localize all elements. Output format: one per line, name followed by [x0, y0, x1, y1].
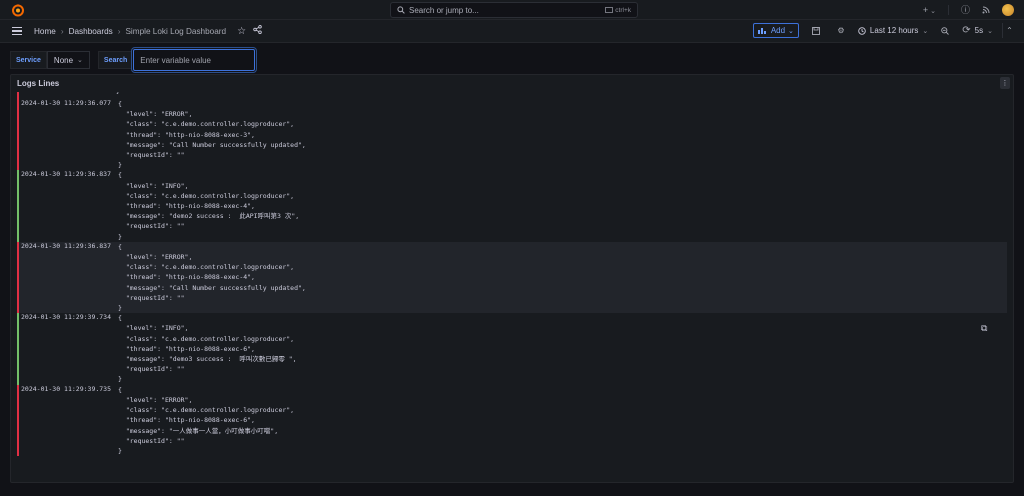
logs-panel: Logs Lines ⋮ } 2024-01-30 11:29:36.077 { … — [10, 74, 1014, 483]
log-row[interactable]: 2024-01-30 11:29:36.837 { "level": "INFO"… — [17, 170, 1007, 242]
search-shortcut-label: ctrl+k — [615, 6, 631, 14]
clock-icon — [858, 26, 866, 35]
top-bar: Search or jump to... ctrl+k + ⌄ ⓘ — [0, 0, 1024, 20]
log-row[interactable]: 2024-01-30 11:29:36.837 { "level": "ERROR… — [17, 241, 1007, 314]
zoom-out-icon[interactable] — [937, 23, 953, 38]
service-variable-select[interactable]: None ⌄ — [46, 51, 90, 69]
dashboard-nav-bar: Home › Dashboards › Simple Loki Log Dash… — [0, 20, 1024, 43]
keyboard-icon — [605, 7, 614, 13]
log-row-partial: } — [17, 92, 1007, 99]
breadcrumb-home[interactable]: Home — [34, 27, 56, 36]
log-timestamp: 2024-01-30 11:29:36.837 — [21, 170, 112, 179]
chevron-down-icon: ⌄ — [77, 57, 83, 64]
breadcrumb-dashboards[interactable]: Dashboards — [69, 27, 113, 36]
add-panel-icon — [757, 28, 766, 34]
refresh-interval-label: 5s — [974, 26, 984, 35]
divider — [947, 4, 949, 15]
collapse-chevron-up-icon[interactable]: ⌃ — [1002, 23, 1016, 38]
log-body: { "level": "INFO", "class": "c.e.demo.co… — [118, 314, 297, 384]
search-variable-label: Search — [97, 51, 134, 69]
breadcrumb-separator-icon: › — [117, 26, 121, 36]
new-menu-button[interactable]: + ⌄ — [923, 5, 936, 15]
search-shortcut: ctrl+k — [605, 7, 631, 14]
breadcrumb-separator-icon: › — [60, 26, 64, 36]
panel-title: Logs Lines — [17, 79, 60, 88]
user-avatar[interactable] — [1002, 3, 1014, 16]
log-partial-text: } — [116, 92, 120, 95]
add-button-label: Add — [770, 26, 786, 35]
log-timestamp: 2024-01-30 11:29:39.734 — [21, 313, 112, 322]
logs-list[interactable]: } 2024-01-30 11:29:36.077 { "level": "ERR… — [17, 92, 1007, 477]
dashboard-controls: Add ⌄ ⚙ Last 12 hours ⌄ ⟳ 5s ⌄ ⌃ — [752, 23, 1016, 38]
chevron-down-icon: ⌄ — [788, 27, 794, 35]
save-dashboard-icon[interactable] — [808, 23, 824, 38]
log-row[interactable]: 2024-01-30 11:29:39.735 { "level": "ERROR… — [17, 384, 1007, 457]
top-right-icons: + ⌄ ⓘ — [923, 3, 1014, 16]
add-button[interactable]: Add ⌄ — [752, 23, 799, 38]
log-body: { "level": "ERROR", "class": "c.e.demo.c… — [118, 242, 306, 313]
log-timestamp: 2024-01-30 11:29:39.735 — [21, 384, 112, 393]
variables-row: Service None ⌄ Search Enter variable val… — [10, 49, 256, 71]
time-range-picker[interactable]: Last 12 hours ⌄ — [858, 26, 928, 35]
chevron-down-icon: ⌄ — [922, 27, 929, 35]
log-row[interactable]: 2024-01-30 11:29:36.077 { "level": "ERROR… — [17, 99, 1007, 171]
copy-link-icon[interactable]: ⧉ — [981, 323, 991, 333]
menu-icon[interactable] — [12, 27, 22, 35]
service-variable-value: None — [53, 55, 74, 65]
settings-gear-icon[interactable]: ⚙ — [833, 23, 849, 38]
search-icon — [397, 6, 405, 14]
chevron-down-icon: ⌄ — [928, 7, 936, 15]
search-placeholder: Search or jump to... — [409, 5, 479, 15]
log-row[interactable]: 2024-01-30 11:29:39.734 { "level": "INFO"… — [17, 313, 1007, 385]
search-variable-placeholder: Enter variable value — [140, 55, 211, 65]
refresh-icon[interactable]: ⟳ — [962, 25, 970, 36]
log-timestamp: 2024-01-30 11:29:36.077 — [21, 99, 112, 107]
log-body: { "level": "ERROR", "class": "c.e.demo.c… — [118, 385, 295, 455]
service-variable-label: Service — [10, 51, 47, 69]
log-timestamp: 2024-01-30 11:29:36.837 — [21, 241, 112, 250]
rss-icon[interactable] — [982, 6, 990, 14]
star-icon[interactable]: ☆ — [237, 26, 246, 37]
refresh-picker[interactable]: ⟳ 5s ⌄ — [962, 25, 993, 36]
breadcrumb-dashboard-title: Simple Loki Log Dashboard — [125, 26, 227, 36]
help-icon[interactable]: ⓘ — [961, 3, 970, 16]
chevron-down-icon: ⌄ — [987, 27, 993, 35]
search-variable-input[interactable]: Enter variable value — [133, 49, 256, 71]
log-body: { "level": "INFO", "class": "c.e.demo.co… — [118, 171, 300, 241]
log-body: { "level": "ERROR", "class": "c.e.demo.c… — [118, 100, 306, 170]
time-range-label: Last 12 hours — [869, 26, 919, 35]
breadcrumb: Home › Dashboards › Simple Loki Log Dash… — [34, 25, 262, 37]
share-icon[interactable] — [253, 25, 262, 37]
panel-menu-icon[interactable]: ⋮ — [1000, 77, 1010, 89]
global-search-input[interactable]: Search or jump to... ctrl+k — [390, 2, 638, 18]
grafana-logo-icon[interactable] — [11, 3, 25, 17]
